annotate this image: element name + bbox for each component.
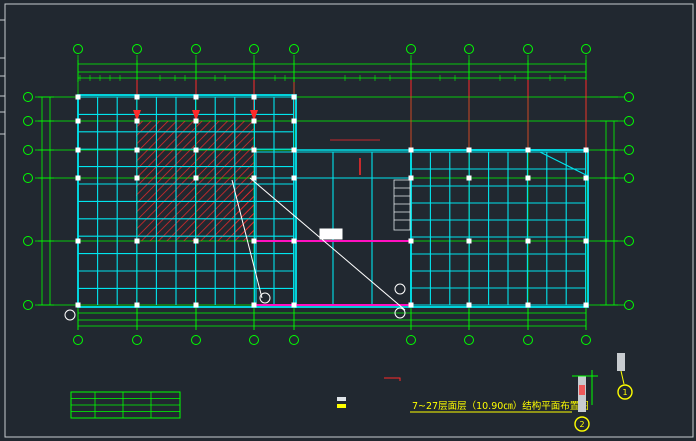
column-node <box>193 238 199 244</box>
column-node <box>193 147 199 153</box>
detail-marker-2-label: 2 <box>579 420 584 429</box>
column-node <box>525 147 531 153</box>
column-node <box>134 118 140 124</box>
column-node <box>291 94 297 100</box>
column-node <box>251 302 257 308</box>
column-node <box>583 302 589 308</box>
column-node <box>466 147 472 153</box>
column-node <box>193 94 199 100</box>
column-node <box>466 302 472 308</box>
column-node <box>583 147 589 153</box>
column-node <box>291 302 297 308</box>
column-node <box>134 302 140 308</box>
column-node <box>408 147 414 153</box>
column-node <box>583 238 589 244</box>
column-node <box>251 175 257 181</box>
column-node <box>134 147 140 153</box>
column-node <box>525 175 531 181</box>
column-node <box>251 238 257 244</box>
column-node <box>134 238 140 244</box>
column-node <box>466 175 472 181</box>
column-node <box>193 175 199 181</box>
column-node <box>525 238 531 244</box>
column-node <box>75 94 81 100</box>
drawing-title: 7~27层面层（10.90㎝）结构平面布置图 <box>412 400 589 412</box>
column-node <box>75 175 81 181</box>
column-node <box>408 238 414 244</box>
column-node <box>291 175 297 181</box>
column-node <box>291 147 297 153</box>
column-node <box>251 94 257 100</box>
column-node <box>291 238 297 244</box>
column-node <box>134 175 140 181</box>
column-node <box>193 302 199 308</box>
column-node <box>193 118 199 124</box>
column-node <box>251 118 257 124</box>
column-node <box>408 302 414 308</box>
column-node <box>75 302 81 308</box>
column-node <box>525 302 531 308</box>
column-node <box>134 94 140 100</box>
column-node <box>75 118 81 124</box>
column-node <box>251 147 257 153</box>
column-node <box>75 238 81 244</box>
column-node <box>75 147 81 153</box>
column-node <box>291 118 297 124</box>
column-node <box>408 175 414 181</box>
column-node <box>583 175 589 181</box>
column-node <box>466 238 472 244</box>
cad-drawing-canvas[interactable]: 7~27层面层（10.90㎝）结构平面布置图 1 2 <box>0 0 696 441</box>
detail-marker-1-label: 1 <box>622 388 627 397</box>
